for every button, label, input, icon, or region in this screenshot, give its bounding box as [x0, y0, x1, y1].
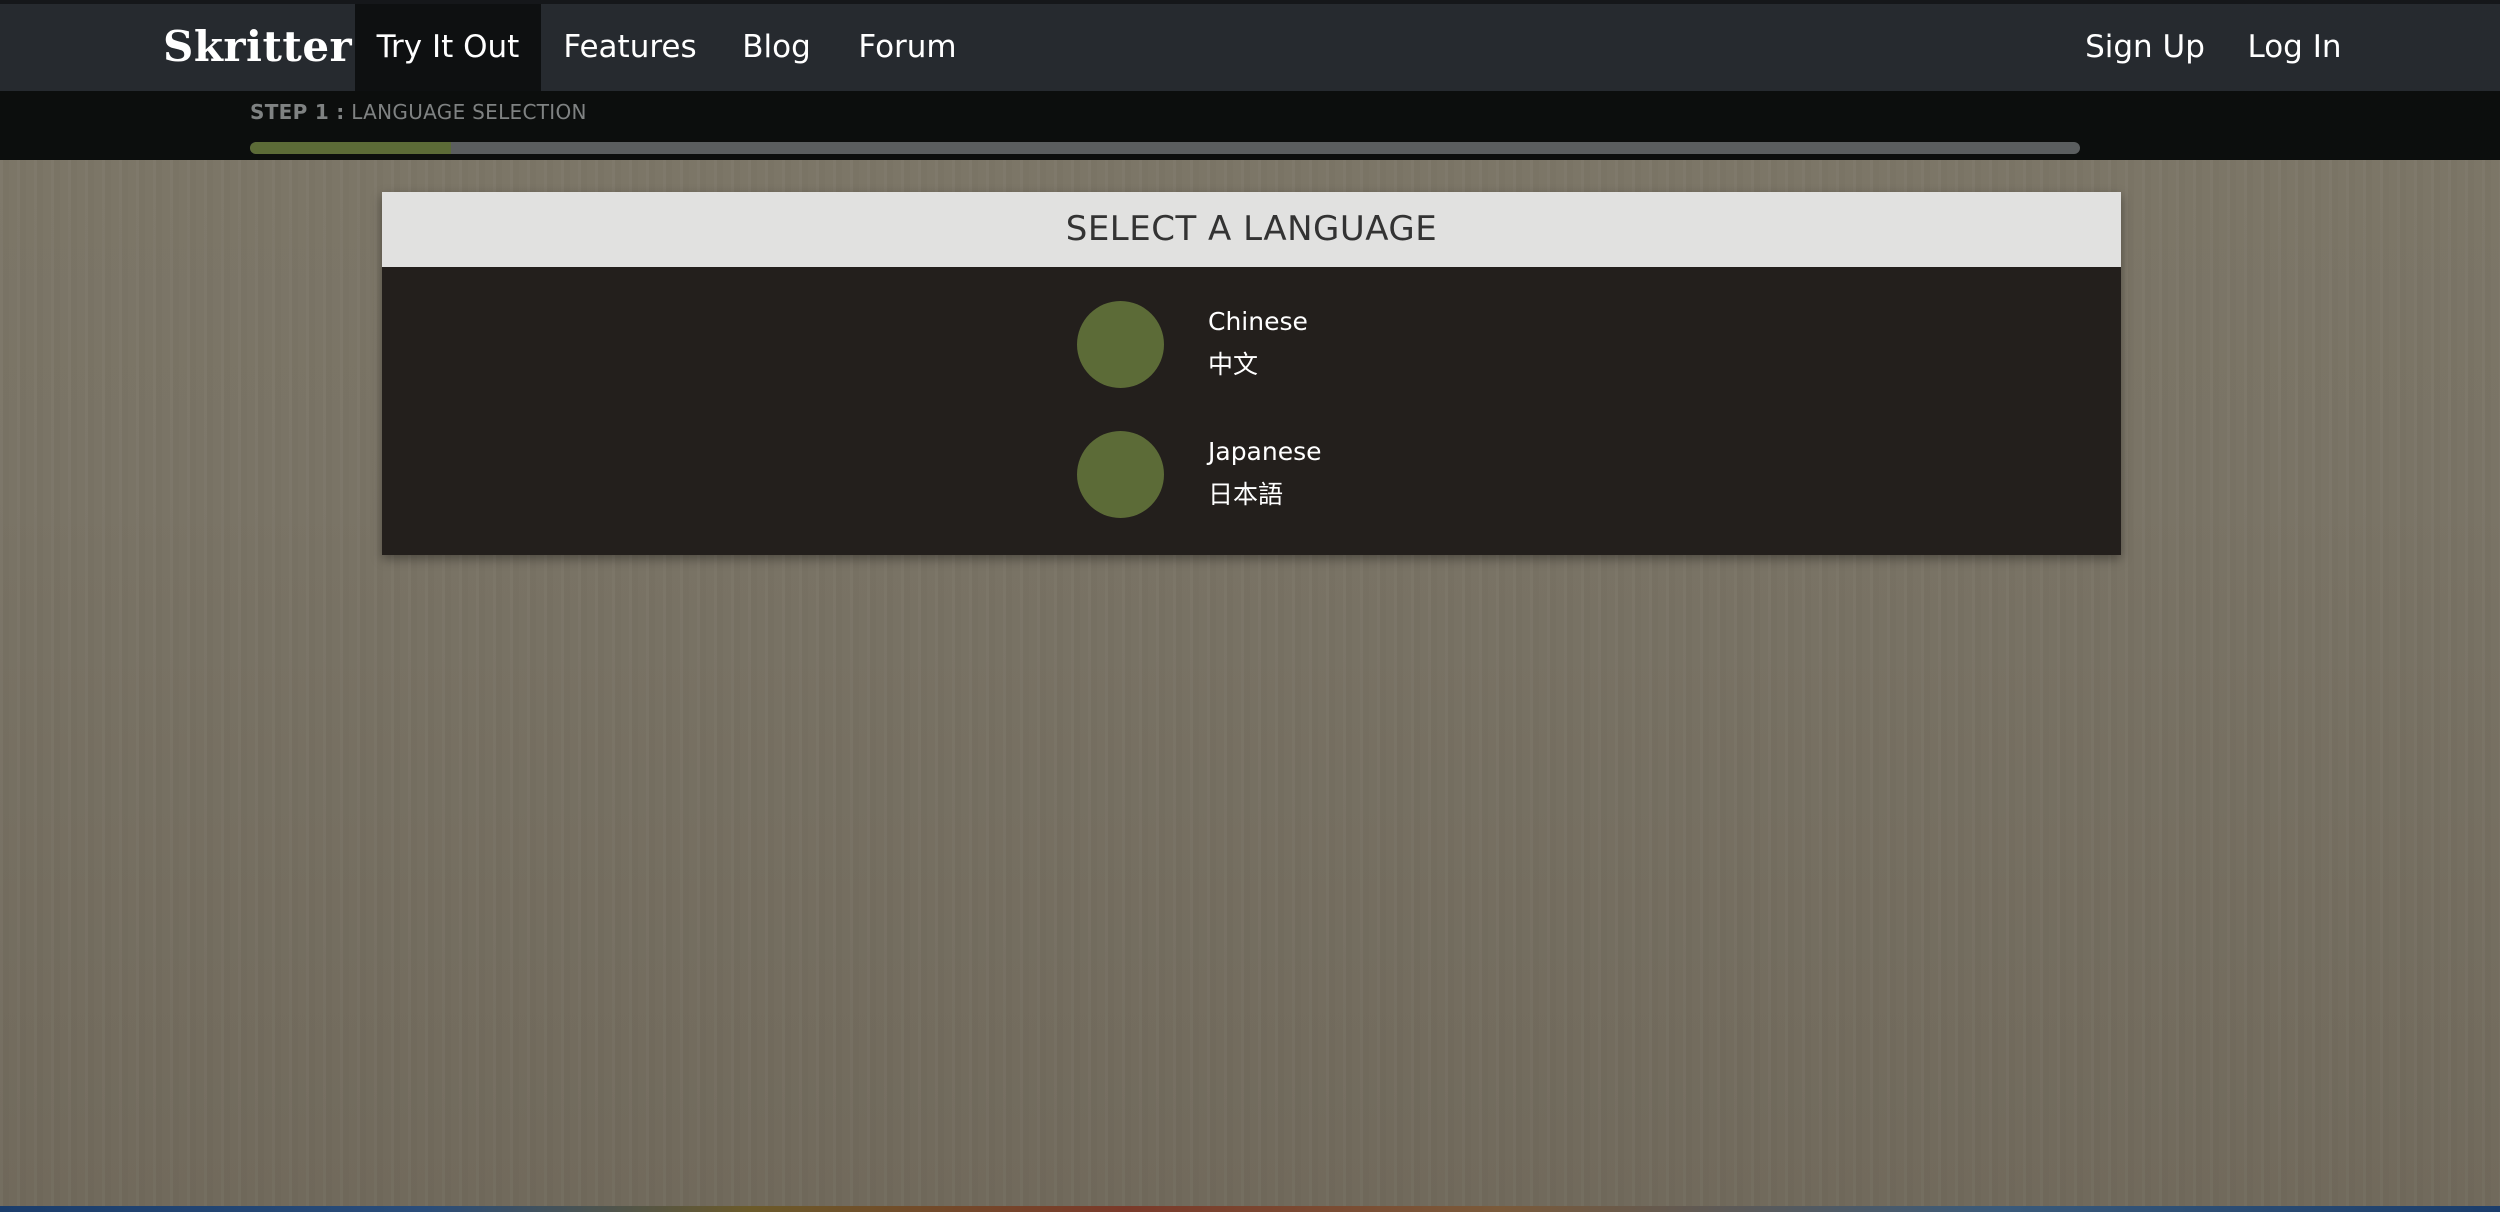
language-option-japanese[interactable]: Japanese 日本語 — [1077, 431, 1437, 521]
nav-sign-up[interactable]: Sign Up — [2070, 4, 2220, 91]
card-title: SELECT A LANGUAGE — [382, 192, 2121, 267]
step-label: STEP 1 : LANGUAGE SELECTION — [250, 100, 587, 124]
language-select-card: SELECT A LANGUAGE Chinese 中文 Japanese 日本… — [382, 192, 2121, 555]
step-name: LANGUAGE SELECTION — [351, 100, 587, 124]
language-circle-icon[interactable] — [1077, 431, 1164, 518]
language-native-name: 中文 — [1208, 350, 1259, 379]
nav-features[interactable]: Features — [541, 4, 719, 91]
nav-try-it-out[interactable]: Try It Out — [355, 4, 541, 91]
language-list: Chinese 中文 Japanese 日本語 — [382, 267, 2121, 555]
language-circle-icon[interactable] — [1077, 301, 1164, 388]
taskbar-edge — [0, 1206, 2500, 1212]
nav-blog[interactable]: Blog — [719, 4, 834, 91]
page-background: Skritter Try It Out Features Blog Forum … — [0, 0, 2500, 1212]
progress-bar — [250, 142, 2080, 154]
nav-log-in[interactable]: Log In — [2226, 4, 2363, 91]
brand-logo[interactable]: Skritter — [163, 22, 352, 71]
nav-forum[interactable]: Forum — [834, 4, 981, 91]
step-number: STEP 1 : — [250, 100, 345, 124]
language-option-chinese[interactable]: Chinese 中文 — [1077, 301, 1437, 391]
language-native-name: 日本語 — [1208, 480, 1284, 509]
step-bar: STEP 1 : LANGUAGE SELECTION — [0, 91, 2500, 160]
language-name: Japanese — [1208, 437, 1322, 466]
language-name: Chinese — [1208, 307, 1308, 336]
top-navbar: Skritter Try It Out Features Blog Forum … — [0, 0, 2500, 91]
progress-fill — [250, 142, 452, 154]
